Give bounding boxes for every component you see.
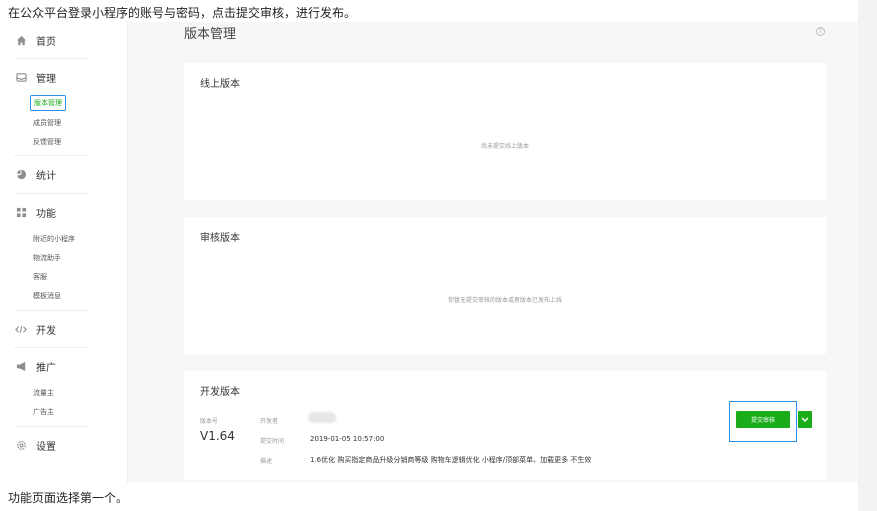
gear-icon — [14, 439, 28, 453]
review-version-panel: 审核版本 你暂无提交审核的版本或者版本已发布上线 — [184, 217, 826, 354]
sidebar-item-member-management[interactable]: 成员管理 — [33, 118, 61, 128]
divider — [14, 347, 89, 348]
nav-manage-label: 管理 — [36, 74, 56, 85]
sidebar-item-feedback-management[interactable]: 反馈管理 — [33, 137, 61, 147]
chevron-down-icon — [801, 417, 809, 422]
developer-label: 开发者 — [260, 418, 279, 425]
submit-time-value: 2019-01-05 10:57:00 — [310, 435, 385, 443]
help-icon[interactable]: ? — [816, 27, 825, 36]
nav-home[interactable]: 首页 — [14, 33, 56, 48]
pie-chart-icon — [14, 168, 28, 182]
sidebar-item-traffic-owner[interactable]: 流量主 — [33, 388, 54, 398]
dev-version-panel: 开发版本 版本号 V1.64 开发者 提交时间 2019-01-05 10:57… — [184, 371, 826, 480]
divider — [14, 58, 89, 59]
description-label: 描述 — [260, 458, 273, 465]
grid-icon — [14, 206, 28, 220]
nav-develop-label: 开发 — [36, 326, 56, 337]
nav-statistics[interactable]: 统计 — [14, 167, 56, 182]
submit-review-button[interactable]: 提交审核 — [736, 411, 790, 428]
description-value: 1.6优化 购买指定商品升级分销商等级 购物车逻辑优化 小程序/顶部菜单、加载更… — [310, 456, 592, 464]
review-version-title: 审核版本 — [200, 233, 240, 244]
nav-features[interactable]: 功能 — [14, 205, 56, 220]
sidebar-item-logistics-helper[interactable]: 物流助手 — [33, 253, 61, 263]
code-icon — [14, 323, 28, 337]
nav-promotion[interactable]: 推广 — [14, 359, 56, 374]
sidebar-item-template-message[interactable]: 模板消息 — [33, 291, 61, 301]
divider — [14, 310, 89, 311]
inbox-icon — [14, 71, 28, 85]
nav-settings[interactable]: 设置 — [14, 438, 56, 453]
online-version-title: 线上版本 — [200, 79, 240, 90]
nav-features-label: 功能 — [36, 209, 56, 220]
sidebar-item-nearby-miniprogram[interactable]: 附近的小程序 — [33, 234, 75, 244]
online-version-panel: 线上版本 尚未提交线上版本 — [184, 63, 826, 200]
nav-statistics-label: 统计 — [36, 171, 56, 182]
submit-time-label: 提交时间 — [260, 438, 285, 445]
dev-version-title: 开发版本 — [200, 387, 240, 398]
version-number-label: 版本号 — [200, 418, 219, 425]
divider — [14, 426, 89, 427]
sidebar-item-customer-service[interactable]: 客服 — [33, 272, 47, 282]
nav-develop[interactable]: 开发 — [14, 322, 56, 337]
review-version-empty-text: 你暂无提交审核的版本或者版本已发布上线 — [447, 297, 562, 304]
instruction-caption-bottom: 功能页面选择第一个。 — [8, 491, 129, 505]
home-icon — [14, 34, 28, 48]
sidebar: 首页 管理 版本管理 成员管理 反馈管理 统计 功能 附近的小程序 物流助手 客… — [0, 22, 128, 482]
nav-promotion-label: 推广 — [36, 363, 56, 374]
version-number-value: V1.64 — [200, 429, 235, 443]
page-title: 版本管理 — [184, 27, 237, 42]
divider — [14, 155, 89, 156]
nav-manage[interactable]: 管理 — [14, 70, 56, 85]
online-version-empty-text: 尚未提交线上版本 — [480, 143, 529, 150]
sidebar-item-version-management[interactable]: 版本管理 — [30, 95, 66, 111]
submit-dropdown-button[interactable] — [798, 411, 812, 428]
nav-settings-label: 设置 — [36, 442, 56, 453]
right-scroll-strip — [858, 0, 877, 511]
nav-home-label: 首页 — [36, 37, 56, 48]
sidebar-item-advertiser[interactable]: 广告主 — [33, 407, 54, 417]
instruction-caption-top: 在公众平台登录小程序的账号与密码，点击提交审核，进行发布。 — [8, 6, 357, 20]
megaphone-icon — [14, 360, 28, 374]
divider — [14, 193, 89, 194]
developer-avatar — [308, 412, 336, 423]
